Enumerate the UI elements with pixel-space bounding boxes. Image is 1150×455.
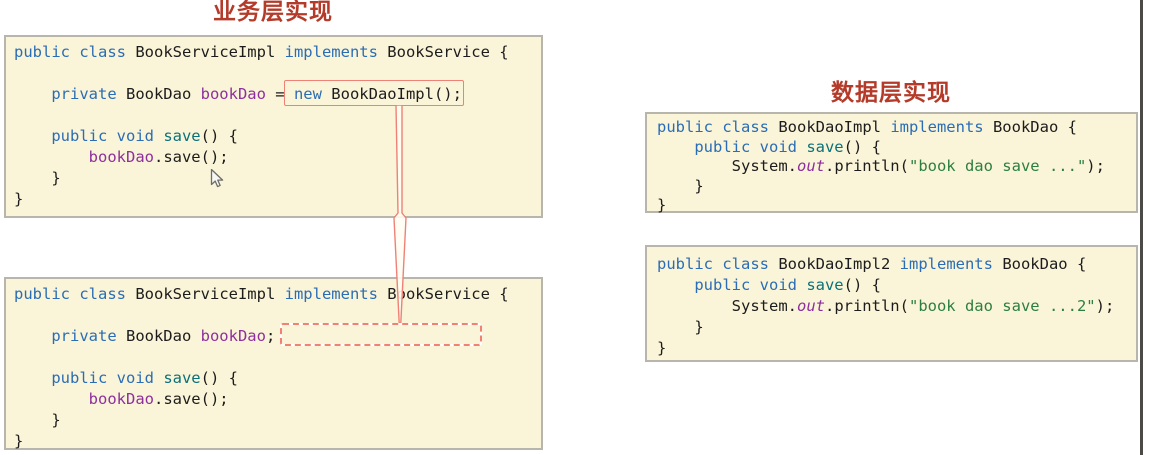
code-line: System.out.println("book dao save ...2")… bbox=[657, 296, 1130, 317]
code-token: save bbox=[806, 276, 843, 294]
code-line: } bbox=[14, 431, 535, 452]
code-line: public void save() { bbox=[14, 368, 535, 389]
code-token: "book dao save ..." bbox=[909, 157, 1086, 175]
code-token: BookDaoImpl bbox=[778, 118, 890, 136]
dashed-placeholder-box bbox=[280, 323, 482, 346]
code-token: out bbox=[797, 297, 825, 315]
code-token: save bbox=[163, 127, 200, 145]
code-token: public void bbox=[694, 138, 806, 156]
code-token: public void bbox=[51, 369, 163, 387]
code-line: public class BookDaoImpl implements Book… bbox=[657, 118, 1130, 138]
code-token: System. bbox=[657, 157, 797, 175]
code-block-bookserviceimpl-with-new: public class BookServiceImpl implements … bbox=[4, 35, 543, 218]
code-token: public void bbox=[51, 127, 163, 145]
code-token: private bbox=[51, 327, 126, 345]
code-token: save bbox=[806, 138, 843, 156]
code-line: bookDao.save(); bbox=[14, 147, 535, 168]
mouse-pointer-icon bbox=[210, 169, 224, 188]
code-line bbox=[14, 347, 535, 368]
code-token: BookDaoImpl2 bbox=[778, 255, 899, 273]
code-token: public class bbox=[14, 43, 135, 61]
code-line bbox=[14, 105, 535, 126]
code-token: public class bbox=[657, 118, 778, 136]
code-token: BookDao { bbox=[1002, 255, 1086, 273]
code-token: BookDao { bbox=[993, 118, 1077, 136]
injection-arrow bbox=[390, 105, 410, 324]
code-token: bookDao bbox=[201, 85, 266, 103]
code-token: public void bbox=[694, 276, 806, 294]
code-token bbox=[14, 390, 89, 408]
code-token: () { bbox=[201, 369, 238, 387]
code-line: public void save() { bbox=[14, 126, 535, 147]
code-line: } bbox=[14, 410, 535, 431]
code-token: () { bbox=[201, 127, 238, 145]
code-token: ); bbox=[1096, 297, 1115, 315]
code-token: implements bbox=[890, 118, 993, 136]
code-line: public class BookDaoImpl2 implements Boo… bbox=[657, 254, 1130, 275]
code-token bbox=[657, 138, 694, 156]
code-block-bookserviceimpl-field-only: public class BookServiceImpl implements … bbox=[4, 277, 543, 450]
code-token bbox=[14, 127, 51, 145]
code-token: .save(); bbox=[154, 148, 229, 166]
code-line: public void save() { bbox=[657, 275, 1130, 296]
code-line: } bbox=[657, 177, 1130, 197]
code-line: public class BookServiceImpl implements … bbox=[14, 284, 535, 305]
dashed-placeholder-border bbox=[280, 323, 482, 346]
code-block-bookdaoimpl: public class BookDaoImpl implements Book… bbox=[645, 112, 1138, 213]
code-line: public class BookServiceImpl implements … bbox=[14, 42, 535, 63]
code-token: } bbox=[657, 318, 704, 336]
code-token: BookService { bbox=[387, 43, 508, 61]
code-token: bookDao bbox=[201, 327, 266, 345]
code-token: ; bbox=[266, 327, 275, 345]
code-token: .save(); bbox=[154, 390, 229, 408]
code-token: implements bbox=[285, 285, 388, 303]
code-token: System. bbox=[657, 297, 797, 315]
code-token bbox=[657, 276, 694, 294]
code-token: BookServiceImpl bbox=[135, 285, 284, 303]
code-token: () { bbox=[844, 276, 881, 294]
code-token: } bbox=[657, 196, 666, 214]
code-token: BookDao bbox=[126, 327, 201, 345]
code-token: public class bbox=[657, 255, 778, 273]
code-token: bookDao bbox=[89, 390, 154, 408]
code-line: bookDao.save(); bbox=[14, 389, 535, 410]
code-token: private bbox=[51, 85, 126, 103]
code-token: ); bbox=[1086, 157, 1105, 175]
code-block-bookdaoimpl2: public class BookDaoImpl2 implements Boo… bbox=[645, 245, 1138, 362]
code-token bbox=[14, 369, 51, 387]
code-token bbox=[14, 85, 51, 103]
code-token: } bbox=[657, 177, 704, 195]
code-token: BookDao bbox=[126, 85, 201, 103]
code-line: } bbox=[657, 338, 1130, 359]
code-token bbox=[14, 148, 89, 166]
code-line: } bbox=[657, 317, 1130, 338]
code-token: public class bbox=[14, 285, 135, 303]
code-token: implements bbox=[900, 255, 1003, 273]
code-token: .println( bbox=[825, 157, 909, 175]
code-token: BookServiceImpl bbox=[135, 43, 284, 61]
code-token: out bbox=[797, 157, 825, 175]
code-token: "book dao save ...2" bbox=[909, 297, 1096, 315]
code-line: public void save() { bbox=[657, 138, 1130, 158]
highlight-box-new-instance bbox=[284, 80, 464, 106]
code-line: System.out.println("book dao save ..."); bbox=[657, 157, 1130, 177]
code-line: } bbox=[14, 189, 535, 210]
data-layer-title: 数据层实现 bbox=[831, 73, 951, 107]
code-token bbox=[14, 327, 51, 345]
code-token: } bbox=[14, 190, 23, 208]
code-token: } bbox=[14, 169, 61, 187]
window-edge-line bbox=[1140, 0, 1143, 455]
code-token: } bbox=[14, 432, 23, 450]
code-token: .println( bbox=[825, 297, 909, 315]
code-line: } bbox=[657, 196, 1130, 216]
code-token: } bbox=[14, 411, 61, 429]
code-token: } bbox=[657, 339, 666, 357]
code-token: save bbox=[163, 369, 200, 387]
slide-page: 业务层实现 数据层实现 public class BookServiceImpl… bbox=[0, 0, 1150, 455]
business-layer-title: 业务层实现 bbox=[213, 0, 333, 26]
code-token: () { bbox=[844, 138, 881, 156]
code-token: implements bbox=[285, 43, 388, 61]
code-token: bookDao bbox=[89, 148, 154, 166]
code-line: } bbox=[14, 168, 535, 189]
